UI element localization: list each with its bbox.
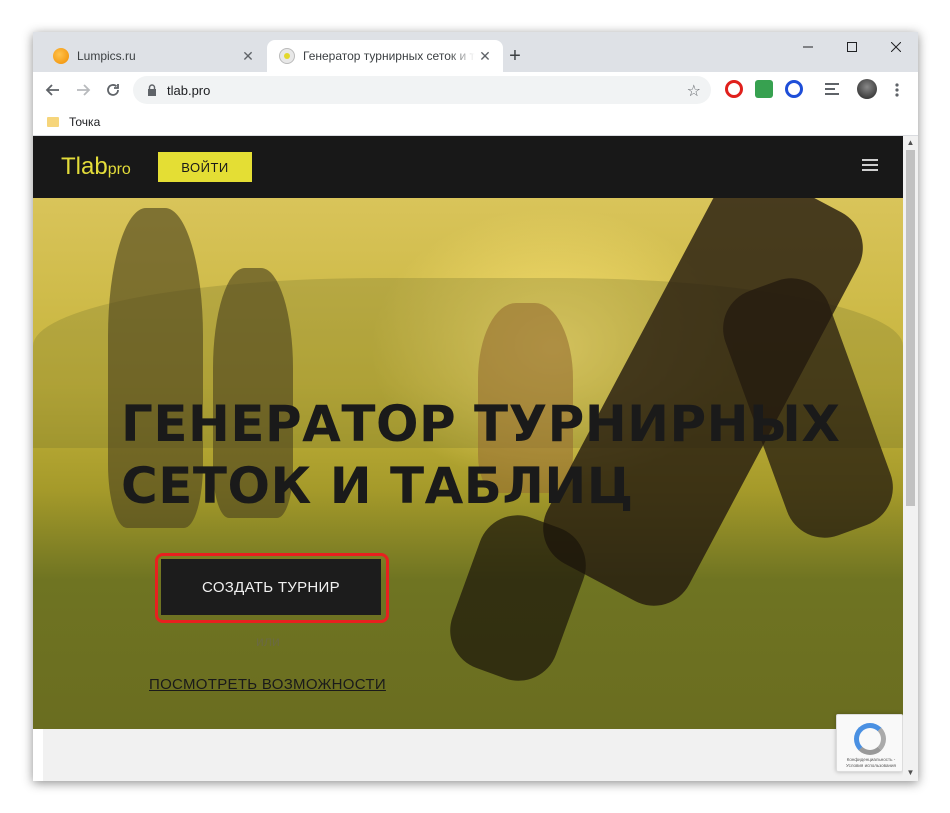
recaptcha-icon — [854, 723, 886, 755]
login-button[interactable]: ВОЙТИ — [158, 152, 252, 182]
music-extension-icon[interactable] — [755, 80, 773, 98]
page-scrollbar[interactable]: ▲ ▼ — [903, 136, 918, 781]
scroll-down-icon[interactable]: ▼ — [906, 768, 915, 778]
maximize-icon — [847, 42, 857, 52]
tab-tlab[interactable]: Генератор турнирных сеток и таблиц ✕ — [267, 40, 503, 72]
arrow-left-icon — [45, 84, 59, 96]
web-page: Tlabpro ВОЙТИ ГЕНЕРАТОР ТУРНИРНЫХ СЕТОК … — [33, 136, 903, 781]
tab-title: Lumpics.ru — [77, 49, 136, 63]
scrollbar-thumb[interactable] — [906, 150, 915, 506]
reload-icon — [107, 84, 119, 96]
scroll-up-icon[interactable]: ▲ — [906, 138, 915, 148]
create-tournament-button[interactable]: СОЗДАТЬ ТУРНИР — [161, 559, 381, 615]
close-icon — [891, 42, 901, 52]
reload-button[interactable] — [101, 78, 125, 102]
vpn-extension-icon[interactable] — [785, 80, 803, 98]
site-header: Tlabpro ВОЙТИ — [33, 136, 903, 198]
address-bar[interactable]: tlab.pro ☆ — [133, 76, 711, 104]
recaptcha-badge[interactable]: Конфиденциальность - Условия использован… — [836, 714, 903, 772]
tlab-favicon-icon — [279, 48, 295, 64]
recaptcha-text: Конфиденциальность - Условия использован… — [846, 757, 896, 768]
hero-title-line: ГЕНЕРАТОР ТУРНИРНЫХ — [121, 395, 841, 453]
url-text: tlab.pro — [167, 82, 211, 98]
minimize-button[interactable] — [786, 32, 830, 62]
close-window-button[interactable] — [874, 32, 918, 62]
maximize-button[interactable] — [830, 32, 874, 62]
opera-extension-icon[interactable] — [725, 80, 743, 98]
media-control-icon[interactable] — [825, 80, 843, 98]
bookmarks-bar: Точка — [33, 108, 918, 136]
or-label: или — [256, 633, 280, 649]
close-icon[interactable]: ✕ — [238, 48, 258, 65]
content-section — [43, 729, 903, 781]
new-tab-button[interactable]: + — [503, 44, 527, 68]
lock-icon — [148, 84, 156, 96]
view-features-link[interactable]: ПОСМОТРЕТЬ ВОЗМОЖНОСТИ — [149, 676, 386, 693]
arrow-right-icon — [77, 84, 91, 96]
tab-title: Генератор турнирных сеток и таблиц — [303, 49, 475, 63]
tab-strip: Lumpics.ru ✕ Генератор турнирных сеток и… — [33, 32, 918, 72]
site-logo[interactable]: Tlabpro — [61, 153, 131, 181]
menu-button[interactable] — [885, 78, 909, 102]
forward-button[interactable] — [71, 78, 95, 102]
more-vertical-icon — [895, 83, 899, 97]
bookmark-item[interactable]: Точка — [69, 115, 100, 129]
bookmark-star-icon[interactable]: ☆ — [687, 81, 701, 101]
close-icon[interactable]: ✕ — [475, 48, 495, 65]
back-button[interactable] — [41, 78, 65, 102]
hero-section: ГЕНЕРАТОР ТУРНИРНЫХ СЕТОК И ТАБЛИЦ СОЗДА… — [33, 198, 903, 729]
logo-suffix: pro — [107, 161, 131, 178]
hero-title: ГЕНЕРАТОР ТУРНИРНЫХ СЕТОК И ТАБЛИЦ — [121, 393, 840, 517]
folder-icon — [47, 116, 59, 127]
minimize-icon — [803, 46, 813, 48]
avatar[interactable] — [857, 79, 877, 99]
browser-window: Lumpics.ru ✕ Генератор турнирных сеток и… — [33, 32, 918, 781]
browser-toolbar: tlab.pro ☆ — [33, 72, 918, 108]
lumpics-favicon-icon — [53, 48, 69, 64]
hero-title-line: СЕТОК И ТАБЛИЦ — [121, 457, 634, 515]
hamburger-menu-icon[interactable] — [862, 159, 878, 171]
logo-main: Tlab — [61, 153, 108, 180]
tab-lumpics[interactable]: Lumpics.ru ✕ — [41, 40, 266, 72]
